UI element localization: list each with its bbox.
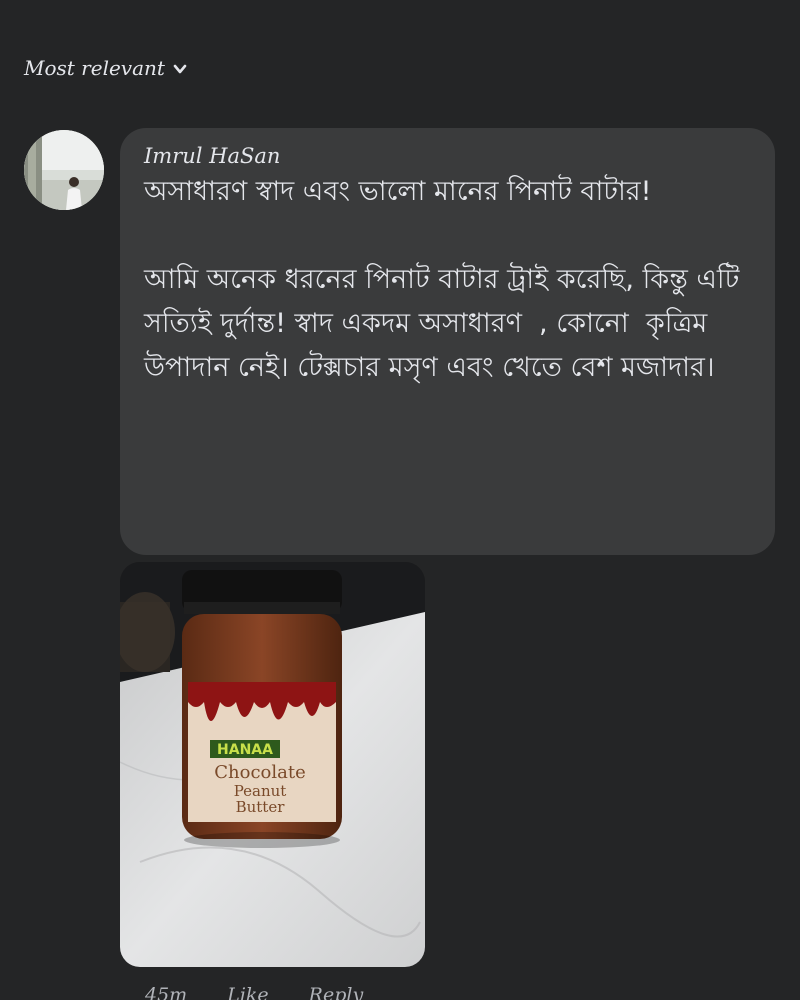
avatar[interactable] [24, 130, 104, 210]
peanut-butter-jar-image: HANAA Chocolate Peanut Butter [120, 562, 425, 967]
comment-bubble: Imrul HaSan অসাধারণ স্বাদ এবং ভালো মানের… [120, 128, 775, 555]
avatar-photo [24, 130, 104, 210]
comment-actions: 45m Like Reply [145, 984, 363, 1000]
comment-photo[interactable]: HANAA Chocolate Peanut Butter [120, 562, 425, 967]
reply-button[interactable]: Reply [309, 984, 364, 1000]
comment-time: 45m [145, 984, 188, 1000]
jar-brand-text: HANAA [217, 742, 273, 758]
comment-paragraph-1: অসাধারণ স্বাদ এবং ভালো মানের পিনাট বাটার… [144, 176, 652, 207]
sort-label: Most relevant [24, 56, 165, 80]
comment-paragraph-2: আমি অনেক ধরনের পিনাট বাটার ট্রাই করেছি, … [144, 264, 748, 383]
sort-dropdown[interactable]: Most relevant [24, 56, 187, 80]
comment-author[interactable]: Imrul HaSan [144, 144, 751, 168]
like-button[interactable]: Like [227, 984, 268, 1000]
comment-screen: Most relevant Imrul HaSan অসাধারণ স্বাদ … [0, 0, 800, 1000]
jar-label-line3: Butter [236, 798, 286, 816]
jar-label-line1: Chocolate [214, 762, 306, 783]
chevron-down-icon [173, 64, 187, 74]
